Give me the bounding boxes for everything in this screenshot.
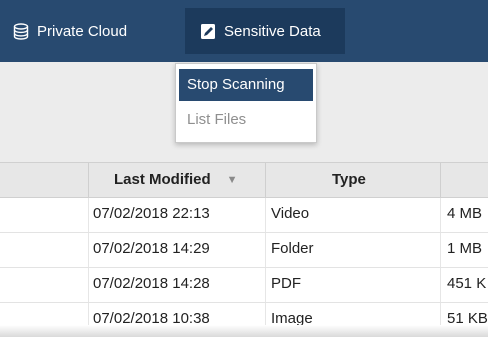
sort-descending-icon: ▼: [226, 174, 238, 186]
column-divider[interactable]: [440, 163, 441, 197]
nav-sensitive-data-label: Sensitive Data: [224, 22, 321, 40]
row-divider: [265, 198, 266, 232]
column-divider[interactable]: [265, 163, 266, 197]
row-divider: [440, 198, 441, 232]
top-navbar: Private Cloud Sensitive Data: [0, 0, 488, 62]
cell-last-modified: 07/02/2018 22:13: [93, 205, 210, 222]
nav-private-cloud-label: Private Cloud: [37, 22, 128, 40]
menu-item-stop-scanning[interactable]: Stop Scanning: [179, 69, 313, 101]
cell-type: Folder: [271, 240, 314, 257]
cell-last-modified: 07/02/2018 14:28: [93, 275, 210, 292]
table-row[interactable]: 07/02/2018 14:28 PDF 451 K: [0, 268, 488, 303]
column-header-label: Type: [332, 171, 366, 188]
table-header: Last Modified ▼ Type: [0, 162, 488, 198]
cell-size: 1 MB: [447, 240, 483, 257]
file-table-body: 07/02/2018 22:13 Video 4 MB 07/02/2018 1…: [0, 198, 488, 337]
row-divider: [88, 198, 89, 232]
row-divider: [265, 268, 266, 302]
nav-private-cloud[interactable]: Private Cloud: [0, 8, 139, 54]
row-divider: [440, 233, 441, 267]
cell-last-modified: 07/02/2018 14:29: [93, 240, 210, 257]
table-row[interactable]: 07/02/2018 14:29 Folder 1 MB: [0, 233, 488, 268]
database-icon: [12, 22, 30, 40]
cell-type: Video: [271, 205, 310, 222]
app-window: Private Cloud Sensitive Data Last Modifi…: [0, 0, 488, 337]
table-row[interactable]: 07/02/2018 22:13 Video 4 MB: [0, 198, 488, 233]
document-edit-icon: [199, 22, 217, 40]
nav-sensitive-data[interactable]: Sensitive Data: [185, 8, 345, 54]
row-divider: [88, 233, 89, 267]
row-divider: [265, 233, 266, 267]
column-header-type[interactable]: Type: [332, 163, 366, 197]
bottom-edge-shadow: [0, 325, 488, 337]
sensitive-data-dropdown-menu: Stop Scanning List Files: [175, 63, 317, 143]
cell-size: 451 K: [447, 275, 487, 292]
menu-item-list-files[interactable]: List Files: [179, 104, 313, 136]
row-divider: [88, 268, 89, 302]
cell-size: 4 MB: [447, 205, 483, 222]
cell-type: PDF: [271, 275, 301, 292]
column-divider[interactable]: [88, 163, 89, 197]
row-divider: [440, 268, 441, 302]
column-header-label: Last Modified: [114, 171, 211, 188]
column-header-last-modified[interactable]: Last Modified ▼: [114, 163, 238, 197]
